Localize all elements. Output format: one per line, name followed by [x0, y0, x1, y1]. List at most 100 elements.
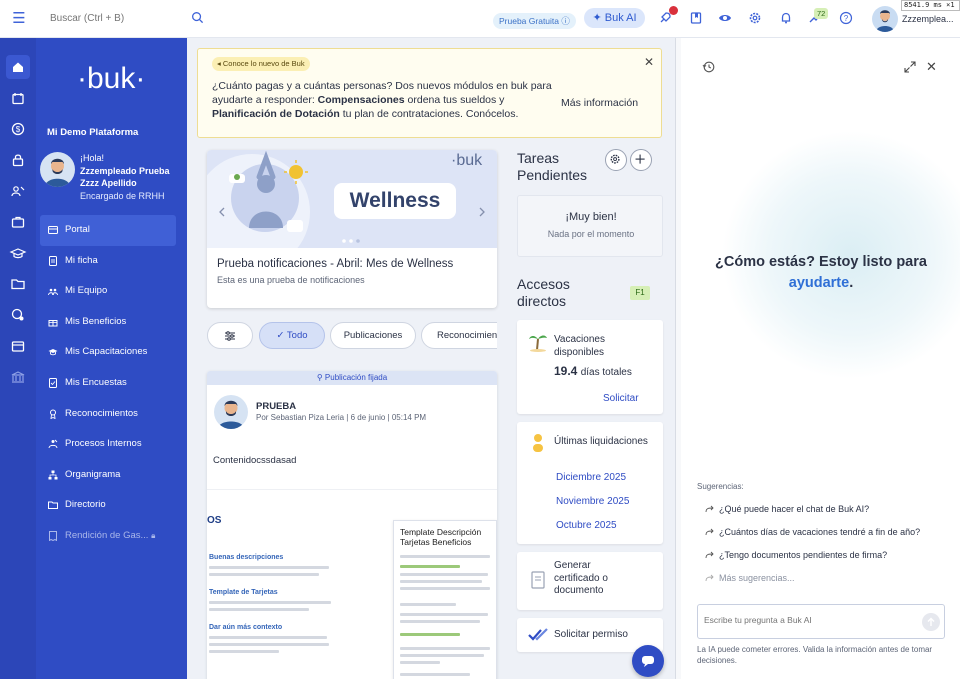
doc-text-line	[400, 565, 460, 568]
sliders-icon	[225, 331, 235, 341]
filter-reconocimientos[interactable]: Reconocimientos	[421, 322, 497, 349]
chat-input-box[interactable]	[697, 604, 945, 639]
certificado-card[interactable]: Generar certificado o documento	[517, 552, 663, 610]
tareas-empty: Nada por el momento	[547, 229, 635, 239]
money-icon[interactable]: $	[9, 120, 27, 138]
sidebar-item-rendicion-gastos[interactable]: Rendición de Gas... 🔒︎	[40, 521, 176, 552]
chat-fab-button[interactable]	[632, 645, 664, 677]
main-content: ◂ Conoce lo nuevo de Buk ¿Cuánto pagas y…	[187, 38, 675, 679]
gift-icon	[48, 319, 58, 327]
search-input[interactable]	[40, 7, 210, 29]
sidebar-item-label: Procesos Internos	[65, 438, 142, 450]
search-box[interactable]	[40, 7, 210, 29]
sidebar-item-mi-ficha[interactable]: Mi ficha	[40, 246, 176, 277]
post-author-avatar[interactable]	[214, 395, 248, 429]
doc-text-line	[209, 636, 327, 639]
home-icon[interactable]	[6, 55, 30, 79]
sidebar-item-mis-encuestas[interactable]: Mis Encuestas	[40, 368, 176, 399]
expand-icon[interactable]	[903, 60, 917, 74]
sidebar-item-organigrama[interactable]: Organigrama	[40, 460, 176, 491]
filter-publicaciones[interactable]: Publicaciones	[330, 322, 416, 349]
banner-text: ¿Cuánto pagas y a cuántas personas? Dos …	[212, 79, 552, 121]
doc-card-title: Template Descripción Tarjetas Beneficios	[400, 527, 482, 547]
help-icon[interactable]: ?	[839, 11, 853, 25]
greeting-text: ¿Cómo estás? Estoy listo para	[715, 254, 927, 270]
post-meta-time: 05:14 PM	[391, 413, 427, 422]
solicitar-vacaciones-link[interactable]: Solicitar	[603, 393, 639, 404]
sidebar-item-directorio[interactable]: Directorio	[40, 490, 176, 521]
doc-text-line	[209, 573, 319, 576]
liquidaciones-label: Últimas liquidaciones	[554, 436, 648, 447]
people-icon[interactable]	[9, 182, 27, 200]
pinned-post[interactable]: ⚲ Publicación fijada PRUEBA Por Sebastia…	[207, 371, 497, 679]
wellness-notification-card[interactable]: Wellness ·buk Prueba notificaciones - Ab…	[207, 150, 497, 308]
bookmark-icon[interactable]	[689, 11, 703, 25]
user-avatar[interactable]	[872, 6, 898, 32]
sidebar-item-label: Reconocimientos	[65, 407, 138, 419]
coins-icon	[533, 434, 543, 452]
liquidacion-diciembre-link[interactable]: Diciembre 2025	[556, 472, 626, 483]
settings-person-icon[interactable]	[9, 306, 27, 324]
filter-todo[interactable]: ✓ Todo	[259, 322, 325, 349]
double-check-icon	[528, 628, 548, 641]
liquidaciones-card[interactable]: Últimas liquidaciones Diciembre 2025 Nov…	[517, 422, 663, 544]
user-name[interactable]: Zzzempleado Prueba Zzzz Apellido	[80, 165, 184, 189]
buk-ai-button[interactable]: ✦ Buk AI	[584, 8, 645, 28]
chat-input[interactable]	[698, 605, 908, 635]
liquidacion-noviembre-link[interactable]: Noviembre 2025	[556, 496, 629, 507]
buk-logo[interactable]: ·buk·	[77, 62, 145, 96]
sidebar-item-label: Portal	[65, 224, 90, 235]
tareas-empty-card: ¡Muy bien! Nada por el momento	[517, 195, 663, 257]
suggestion-item[interactable]: ¿Tengo documentos pendientes de firma?	[705, 550, 887, 560]
suggestion-text: ¿Qué puede hacer el chat de Buk AI?	[719, 504, 870, 514]
vacaciones-card[interactable]: Vacaciones disponibles 19.4 días totales…	[517, 320, 663, 414]
sidebar-user-avatar[interactable]	[40, 152, 75, 187]
calendar-icon[interactable]	[9, 90, 27, 108]
folder-rail-icon[interactable]	[9, 275, 27, 293]
shortcut-badge: F1	[630, 286, 650, 300]
top-bar: ☰ Prueba Gratuita ⓘ ✦ Buk AI 72 ? Zzzemp…	[0, 0, 960, 38]
sidebar-item-procesos-internos[interactable]: Procesos Internos	[40, 429, 176, 460]
more-suggestions-button[interactable]: Más sugerencias...	[705, 573, 795, 583]
suggestions-title: Sugerencias:	[697, 482, 744, 491]
banner-tag: ◂ Conoce lo nuevo de Buk	[212, 57, 310, 71]
bank-icon[interactable]	[9, 368, 27, 386]
briefcase-icon[interactable]	[9, 213, 27, 231]
tareas-settings-button[interactable]	[605, 149, 627, 171]
history-icon[interactable]	[702, 60, 716, 74]
suggestion-item[interactable]: ¿Qué puede hacer el chat de Buk AI?	[705, 504, 869, 514]
doc-text-line	[400, 620, 480, 623]
wellness-word: Wellness	[334, 183, 456, 219]
post-attachment-document[interactable]: OS Buenas descripciones Template de Tarj…	[207, 489, 497, 679]
chat-close-icon[interactable]: ✕	[926, 59, 937, 75]
post-author[interactable]: PRUEBA	[256, 401, 296, 412]
menu-icon[interactable]: ☰	[10, 10, 28, 28]
greeting-accent: ayudarte	[788, 275, 850, 291]
receipt-icon	[49, 530, 57, 541]
gear-icon[interactable]	[748, 11, 762, 25]
banner-tag-label: Conoce lo nuevo de Buk	[222, 59, 305, 68]
sidebar-item-portal[interactable]: Portal	[40, 215, 176, 246]
suggestion-item[interactable]: ¿Cuántos días de vacaciones tendré a fin…	[705, 527, 920, 537]
lock-icon[interactable]	[9, 151, 27, 169]
search-icon[interactable]	[191, 11, 204, 24]
store-icon[interactable]	[9, 337, 27, 355]
chat-bubble-icon	[642, 656, 654, 667]
doc-text-line	[400, 661, 440, 664]
notification-title[interactable]: Prueba notificaciones - Abril: Mes de We…	[217, 258, 453, 270]
send-button[interactable]	[922, 613, 940, 631]
eye-icon[interactable]	[718, 11, 732, 25]
sidebar-item-reconocimientos[interactable]: Reconocimientos	[40, 399, 176, 430]
graduation-cap-icon[interactable]	[9, 244, 27, 262]
sidebar-item-mi-equipo[interactable]: Mi Equipo	[40, 276, 176, 307]
liquidacion-octubre-link[interactable]: Octubre 2025	[556, 520, 617, 531]
sidebar-item-mis-beneficios[interactable]: Mis Beneficios	[40, 307, 176, 338]
user-greeting: ¡Hola!	[80, 153, 105, 163]
notifications-count-badge: 72	[814, 8, 829, 19]
top-username[interactable]: Zzzemplea...	[902, 14, 954, 24]
trial-badge[interactable]: Prueba Gratuita ⓘ	[493, 13, 576, 29]
filter-settings-button[interactable]	[207, 322, 253, 349]
bell-icon[interactable]	[779, 11, 793, 25]
sidebar-item-mis-capacitaciones[interactable]: Mis Capacitaciones	[40, 337, 176, 368]
tareas-add-button[interactable]	[630, 149, 652, 171]
